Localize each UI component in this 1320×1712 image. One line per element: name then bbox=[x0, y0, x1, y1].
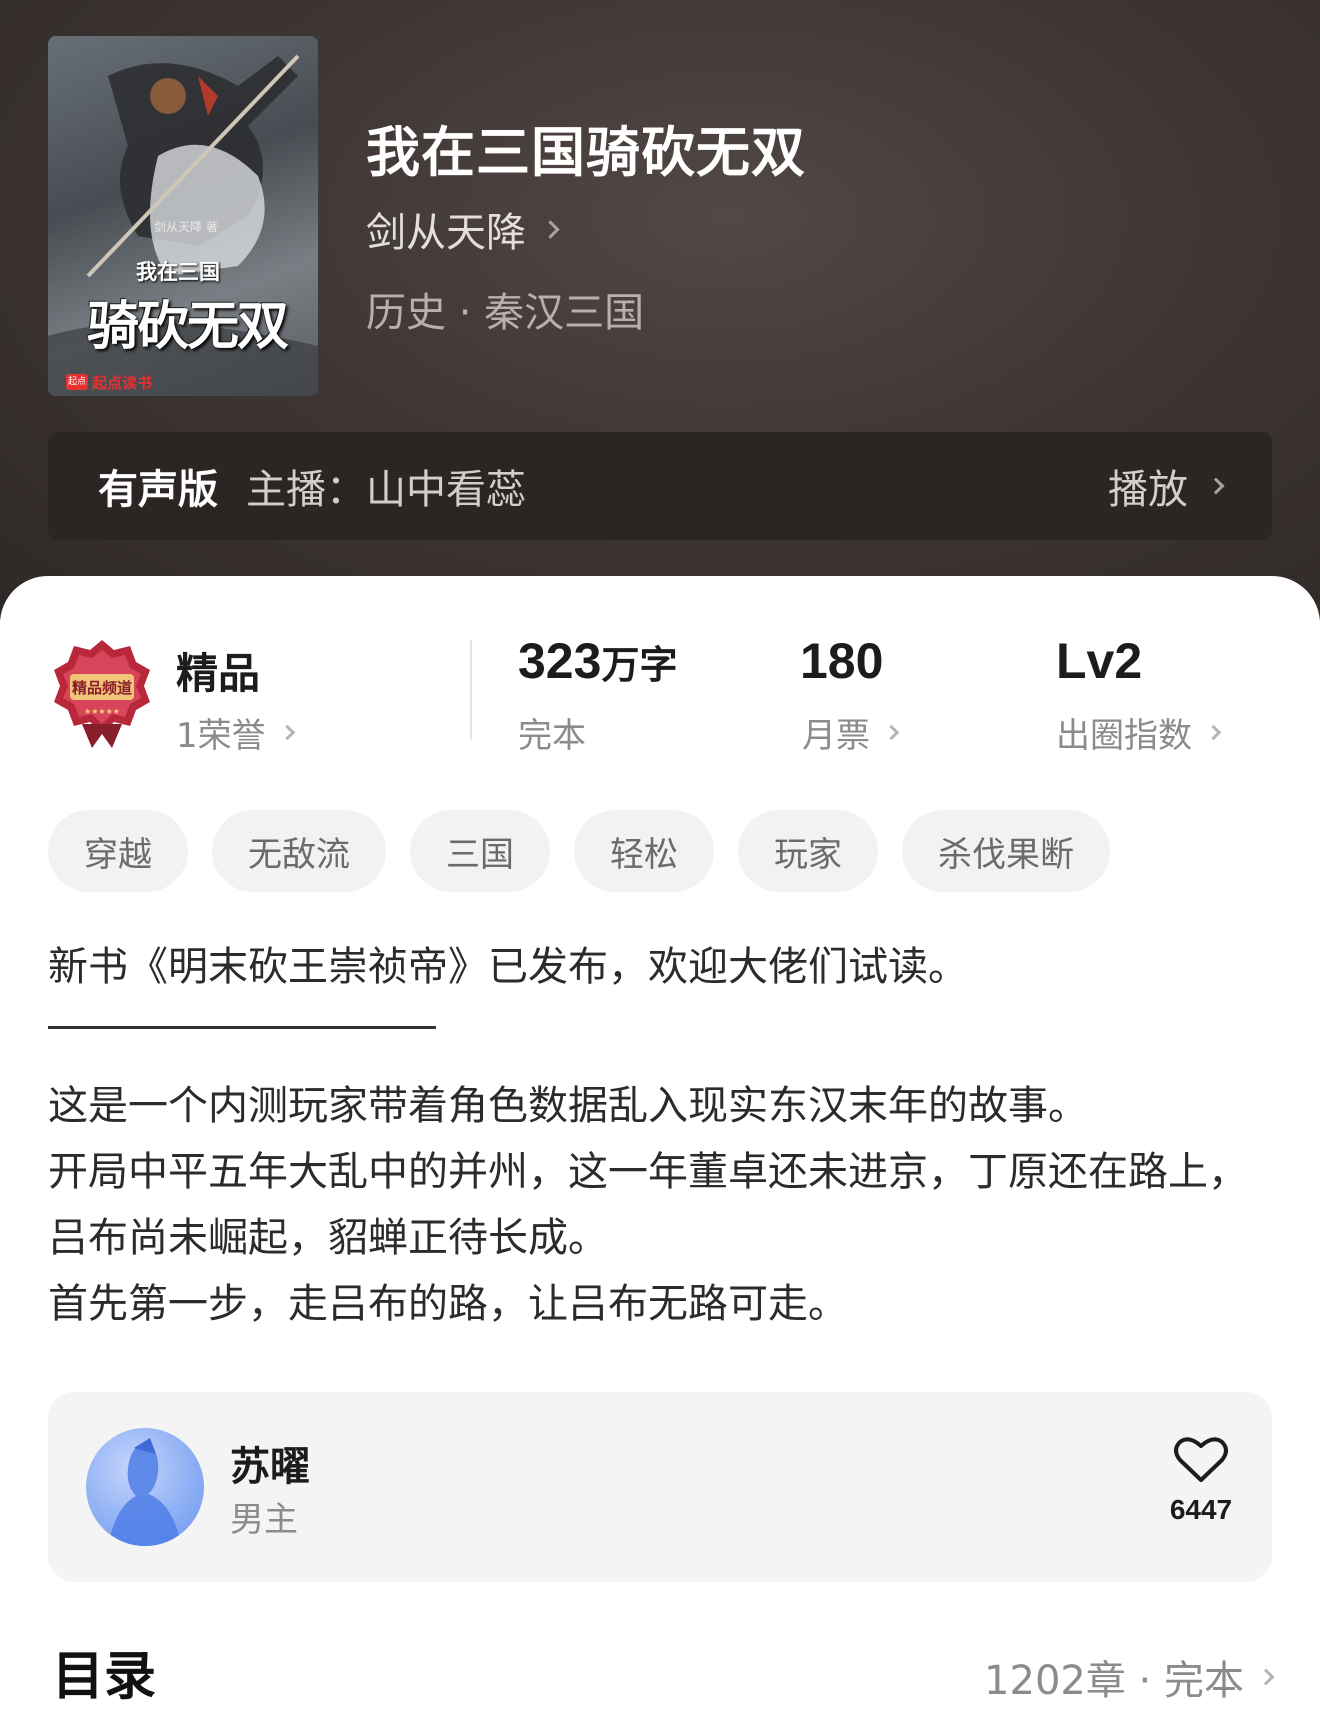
svg-text:★★★★★: ★★★★★ bbox=[84, 707, 120, 716]
monthly-ticket-link[interactable]: 月票 bbox=[802, 708, 900, 757]
cover-publisher-badge: 起点 bbox=[66, 374, 88, 390]
word-count-unit: 万字 bbox=[601, 645, 678, 687]
character-role: 男主 bbox=[230, 1500, 298, 1540]
chevron-right-icon bbox=[1257, 1668, 1275, 1686]
book-header: 剑从天降 著 我在三国 骑砍无双 起点 起点读书 我在三国骑砍无双 剑从天降 历… bbox=[0, 0, 1320, 620]
book-synopsis[interactable]: 新书《明末砍王崇祯帝》已发布，欢迎大佬们试读。 这是一个内测玩家带着角色数据乱入… bbox=[48, 934, 1278, 1337]
chevron-right-icon bbox=[1205, 724, 1222, 741]
monthly-ticket-label: 月票 bbox=[802, 716, 870, 756]
word-count: 323万字 bbox=[518, 632, 677, 690]
word-count-number: 323 bbox=[518, 633, 602, 689]
new-book-notice: 新书《明末砍王崇祯帝》已发布，欢迎大佬们试读。 bbox=[48, 944, 968, 990]
honor-link[interactable]: 1荣誉 bbox=[176, 708, 295, 757]
chevron-right-icon bbox=[279, 724, 295, 741]
book-detail-card: 精品频道 ★★★★★ 精品 1荣誉 323万字 完本 180 月票 Lv2 出圈… bbox=[0, 576, 1320, 1712]
cover-author-text: 剑从天降 著 bbox=[154, 220, 218, 234]
character-card[interactable]: 苏曜 男主 6447 bbox=[48, 1392, 1272, 1582]
svg-text:精品频道: 精品频道 bbox=[72, 679, 132, 697]
stats-divider bbox=[470, 640, 472, 740]
tag-chip[interactable]: 玩家 bbox=[738, 810, 878, 892]
book-detail-page: 剑从天降 著 我在三国 骑砍无双 起点 起点读书 我在三国骑砍无双 剑从天降 历… bbox=[0, 0, 1320, 1712]
book-title: 我在三国骑砍无双 bbox=[366, 121, 806, 184]
audio-version-bar[interactable]: 有声版 主播：山中看蕊 播放 bbox=[48, 432, 1272, 540]
book-genre: 历史 · 秦汉三国 bbox=[366, 290, 645, 336]
monthly-ticket-count: 180 bbox=[800, 633, 884, 689]
author-link[interactable]: 剑从天降 bbox=[366, 200, 560, 258]
toc-meta[interactable]: 1202章 · 完本 bbox=[984, 1648, 1275, 1706]
stats-row: 精品频道 ★★★★★ 精品 1荣誉 323万字 完本 180 月票 Lv2 出圈… bbox=[0, 632, 1320, 762]
synopsis-line: 首先第一步，走吕布的路，让吕布无路可走。 bbox=[48, 1281, 848, 1327]
tag-list: 穿越 无敌流 三国 轻松 玩家 杀伐果断 bbox=[48, 810, 1110, 892]
character-avatar bbox=[86, 1428, 204, 1546]
cover-subtitle: 我在三国 bbox=[136, 260, 220, 284]
table-of-contents-row[interactable]: 目录 1202章 · 完本 bbox=[48, 1634, 1275, 1707]
synopsis-line: 这是一个内测玩家带着角色数据乱入现实东汉末年的故事。 bbox=[48, 1083, 1088, 1129]
honor-count: 1荣誉 bbox=[176, 716, 266, 756]
influence-level: Lv2 bbox=[1056, 633, 1143, 689]
influence-index-label: 出圈指数 bbox=[1056, 716, 1192, 756]
like-count: 6447 bbox=[1169, 1494, 1233, 1525]
cover-main-title: 骑砍无双 bbox=[86, 297, 289, 357]
toc-title: 目录 bbox=[52, 1647, 157, 1707]
play-label: 播放 bbox=[1108, 467, 1188, 513]
tag-chip[interactable]: 三国 bbox=[410, 810, 550, 892]
tag-chip[interactable]: 杀伐果断 bbox=[902, 810, 1110, 892]
like-button[interactable]: 6447 bbox=[1166, 1436, 1236, 1526]
chevron-right-icon bbox=[883, 724, 900, 741]
chevron-right-icon bbox=[541, 219, 560, 239]
heart-icon bbox=[1174, 1437, 1228, 1482]
synopsis-divider bbox=[48, 1026, 436, 1029]
completion-status: 完本 bbox=[518, 716, 586, 756]
tag-chip[interactable]: 无敌流 bbox=[212, 810, 386, 892]
character-name: 苏曜 bbox=[230, 1444, 310, 1490]
audio-version-label: 有声版 bbox=[98, 467, 218, 513]
quality-title: 精品 bbox=[176, 649, 261, 698]
synopsis-line: 开局中平五年大乱中的并州，这一年董卓还未进京，丁原还在路上，吕布尚未崛起，貂蝉正… bbox=[48, 1149, 1248, 1261]
book-cover[interactable]: 剑从天降 著 我在三国 骑砍无双 起点 起点读书 bbox=[48, 36, 318, 396]
play-button[interactable]: 播放 bbox=[1108, 457, 1225, 515]
chevron-right-icon bbox=[1207, 477, 1225, 495]
character-silhouette-icon bbox=[108, 1438, 182, 1546]
tag-chip[interactable]: 穿越 bbox=[48, 810, 188, 892]
chapter-count: 1202章 · 完本 bbox=[984, 1658, 1244, 1704]
cover-publisher-name: 起点读书 bbox=[92, 374, 153, 392]
quality-medal-icon[interactable]: 精品频道 ★★★★★ bbox=[52, 638, 152, 750]
influence-index-link[interactable]: 出圈指数 bbox=[1056, 708, 1222, 757]
tag-chip[interactable]: 轻松 bbox=[574, 810, 714, 892]
audio-host: 主播：山中看蕊 bbox=[246, 467, 526, 513]
author-name: 剑从天降 bbox=[366, 210, 526, 256]
